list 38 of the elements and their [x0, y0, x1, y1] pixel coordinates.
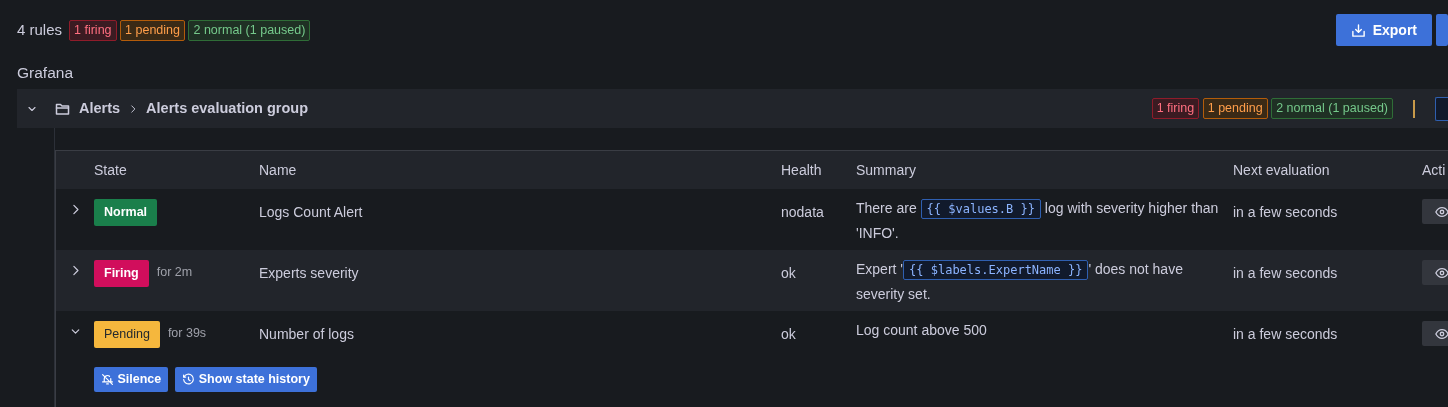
- rule-count: 4 rules: [17, 19, 63, 40]
- status-count: 1 pending: [120, 19, 185, 41]
- code-snippet: {{ $values.B }}: [920, 199, 1041, 220]
- state-badge: Normal: [94, 199, 158, 226]
- rule-health: ok: [781, 264, 797, 284]
- rule-summary: Expert ' {{ $labels.ExpertName }} ' does not have severity set.: [856, 259, 1184, 305]
- column-header: Summary: [856, 160, 917, 180]
- column-header: State: [94, 160, 128, 180]
- next-evaluation: in a few seconds: [1233, 264, 1339, 284]
- rule-summary: Log count above 500: [856, 321, 988, 341]
- column-header: Health: [781, 160, 823, 180]
- column-header: Name: [259, 160, 298, 180]
- action-button[interactable]: Silence: [94, 367, 169, 392]
- status-count: 2 normal (1 paused): [188, 19, 311, 41]
- state-badge: Pending: [94, 321, 160, 348]
- status-count: 1 firing: [69, 19, 117, 41]
- rule-summary: There are {{ $values.B }} log with severity higher than 'INFO'.: [856, 198, 1220, 244]
- rule-name: Number of logs: [259, 325, 355, 345]
- column-header: Acti: [1422, 160, 1447, 180]
- action-button[interactable]: Show state history: [175, 367, 317, 392]
- rule-name: Experts severity: [259, 264, 360, 284]
- next-evaluation: in a few seconds: [1233, 203, 1339, 223]
- status-count: 2 normal (1 paused): [1271, 98, 1393, 120]
- state-badge: Firing: [94, 260, 149, 287]
- status-count: 1 pending: [1202, 98, 1268, 120]
- next-evaluation: in a few seconds: [1233, 325, 1339, 345]
- status-count: 1 firing: [1151, 98, 1200, 120]
- namespace-title: Grafana: [17, 63, 74, 83]
- folder-name: Alerts: [79, 98, 121, 118]
- group-name: Alerts evaluation group: [146, 98, 309, 118]
- rule-health: nodata: [781, 203, 825, 223]
- state-duration: for 2m: [156, 264, 193, 282]
- rule-health: ok: [781, 325, 797, 345]
- rule-name: Logs Count Alert: [259, 203, 364, 223]
- export-button[interactable]: Export: [1335, 14, 1432, 46]
- column-header: Next evaluation: [1233, 160, 1331, 180]
- code-snippet: {{ $labels.ExpertName }}: [903, 260, 1089, 281]
- state-duration: for 39s: [167, 325, 207, 343]
